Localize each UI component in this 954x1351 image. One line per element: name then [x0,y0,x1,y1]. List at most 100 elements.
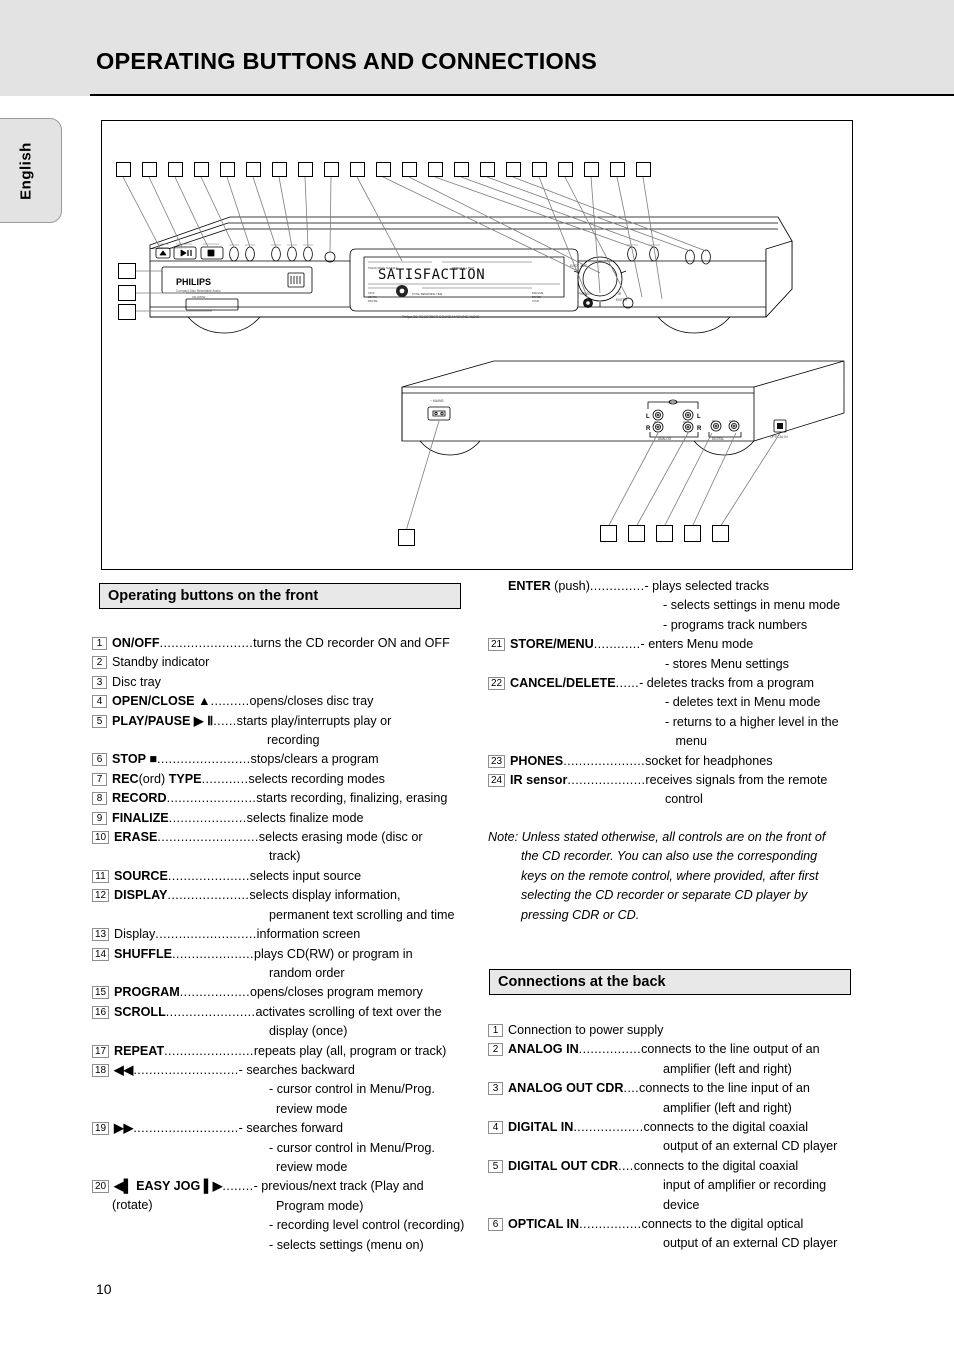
callout-box [324,162,339,177]
list-item: 14 SHUFFLE.....................plays CD(R… [92,945,474,984]
item-description-line: device [663,1197,700,1212]
item-body: OPEN/CLOSE ▲..........opens/closes disc … [112,692,474,711]
svg-text:OPTICAL IN: OPTICAL IN [770,435,788,439]
item-description-line: - recording level control (recording) [269,1218,465,1233]
list-item: 9 FINALIZE....................selects fin… [92,809,474,828]
item-body: ▶▶...........................- searches … [114,1119,474,1177]
list-item: 24 IR sensor....................receives … [488,771,870,810]
item-number-badge: 21 [488,638,505,652]
item-body: ERASE..........................selects e… [114,828,474,867]
note-prefix: Note: [488,830,522,844]
list-item: 2 Standby indicator [92,653,474,672]
leader-dots: ...... [213,713,237,728]
list-item: 23 PHONES.....................socket for … [488,752,870,771]
item-description-line: amplifier (left and right) [663,1100,792,1115]
list-item: 22 CANCEL/DELETE......- deletes tracks fr… [488,674,870,752]
item-description-line: review mode [269,1159,348,1174]
item-description: receives signals from the remote [645,773,828,788]
leader-dots: ................ [578,1042,642,1057]
list-item: ENTER (push)..............- plays select… [488,577,870,635]
item-label: PLAY/PAUSE ▶ Ⅱ [112,713,214,728]
callout-box [480,162,495,177]
item-number-badge: 13 [92,928,109,942]
svg-text:PHONES: PHONES [578,292,591,296]
item-label: FINALIZE [112,810,169,825]
item-label: RECORD [112,791,167,806]
callout-box [116,162,131,177]
svg-text:R: R [697,426,702,432]
item-description-line: - selects settings (menu on) [269,1237,424,1252]
item-description-line: permanent text scrolling and time [269,907,455,922]
item-label: Disc tray [112,674,161,689]
leader-dots: .................... [567,773,646,788]
leader-dots: ........................ [159,636,254,650]
callout-box [558,162,573,177]
item-body: ANALOG OUT CDR....connects to the line i… [508,1079,870,1118]
callout-box [628,525,645,542]
item-label: ◀▌ EASY JOG ▌▶ [114,1179,223,1194]
item-description: - previous/next track (Play and [253,1179,424,1194]
leader-dots: .......... [210,694,250,709]
leader-dots: ................ [579,1217,642,1232]
callout-box [454,162,469,177]
item-body: REC(ord) TYPE............selects recordi… [112,770,474,789]
item-label: SHUFFLE [114,946,173,961]
item-body: IR sensor....................receives si… [510,771,870,810]
item-number-badge: 3 [488,1082,503,1096]
device-line-art: PHILIPS Compact Disc Rewritable Audio CD… [122,176,845,532]
leader-dots: .................. [573,1120,644,1135]
item-description: activates scrolling of text over the [255,1004,442,1019]
item-description: connects to the line input of an [639,1081,810,1096]
item-number-badge [488,580,503,593]
item-label: Standby indicator [112,655,210,670]
item-description: plays CD(RW) or program in [253,946,413,961]
svg-text:TOTAL REMAINING TIME: TOTAL REMAINING TIME [412,292,443,296]
back-connections-list: 1 Connection to power supply 2 ANALOG IN...… [488,1021,870,1254]
language-tab: English [0,118,62,223]
item-description: turns the CD recorder ON and OFF [253,636,450,650]
leader-dots: ....................... [165,1004,256,1019]
item-number-badge: 23 [488,754,505,768]
item-label: OPEN/CLOSE ▲ [112,694,211,709]
item-description-line: recording [267,733,320,748]
callout-box [272,162,287,177]
list-item: 7 REC(ord) TYPE............selects record… [92,770,474,789]
callout-box [246,162,261,177]
front-buttons-list-left: 1 ON/OFF........................turns the… [92,634,474,1255]
item-number-badge: 9 [92,811,107,825]
item-description-line: - programs track numbers [663,617,808,632]
item-number-badge: 11 [92,869,109,883]
item-label: ▶▶ [114,1121,134,1136]
list-item: 19 ▶▶...........................- searche… [92,1119,474,1177]
svg-text:ERASE: ERASE [532,295,541,299]
item-label: STORE/MENU [510,637,594,652]
header-rule [90,94,954,96]
leader-dots: ....................... [164,1043,254,1058]
item-body: ◀▌ EASY JOG ▌▶........- previous/next tr… [114,1177,474,1255]
item-description-line: - deletes text in Menu mode [665,695,821,710]
callout-box [428,162,443,177]
list-item: 17 REPEAT.......................repeats p… [92,1042,474,1061]
callout-box [220,162,235,177]
item-description: opens/closes disc tray [249,694,374,709]
callout-box [584,162,599,177]
leader-dots: ..................... [167,868,250,883]
svg-text:DIGITAL: DIGITAL [368,299,378,303]
callout-box [712,525,729,542]
list-item: 8 RECORD.......................starts rec… [92,789,474,808]
leader-dots: .................... [168,810,247,825]
item-description: - searches backward [238,1062,355,1077]
svg-text:IN: IN [712,419,715,423]
item-description-line: Program mode) [269,1198,364,1213]
device-figure: PHILIPS Compact Disc Rewritable Audio CD… [101,120,853,570]
item-label: PHONES [510,753,564,768]
list-item: 20 (rotate) ◀▌ EASY JOG ▌▶........- previo… [92,1177,474,1255]
leader-dots: ............ [593,637,641,652]
item-description: stops/clears a program [250,752,379,767]
item-description-line: - returns to a higher level in the [665,714,839,729]
item-description-line: output of an external CD player [663,1139,838,1154]
item-description-line: menu [665,734,707,749]
item-description: opens/closes program memory [249,985,423,1000]
callout-box [532,162,547,177]
svg-text:ANALOG: ANALOG [658,437,672,441]
